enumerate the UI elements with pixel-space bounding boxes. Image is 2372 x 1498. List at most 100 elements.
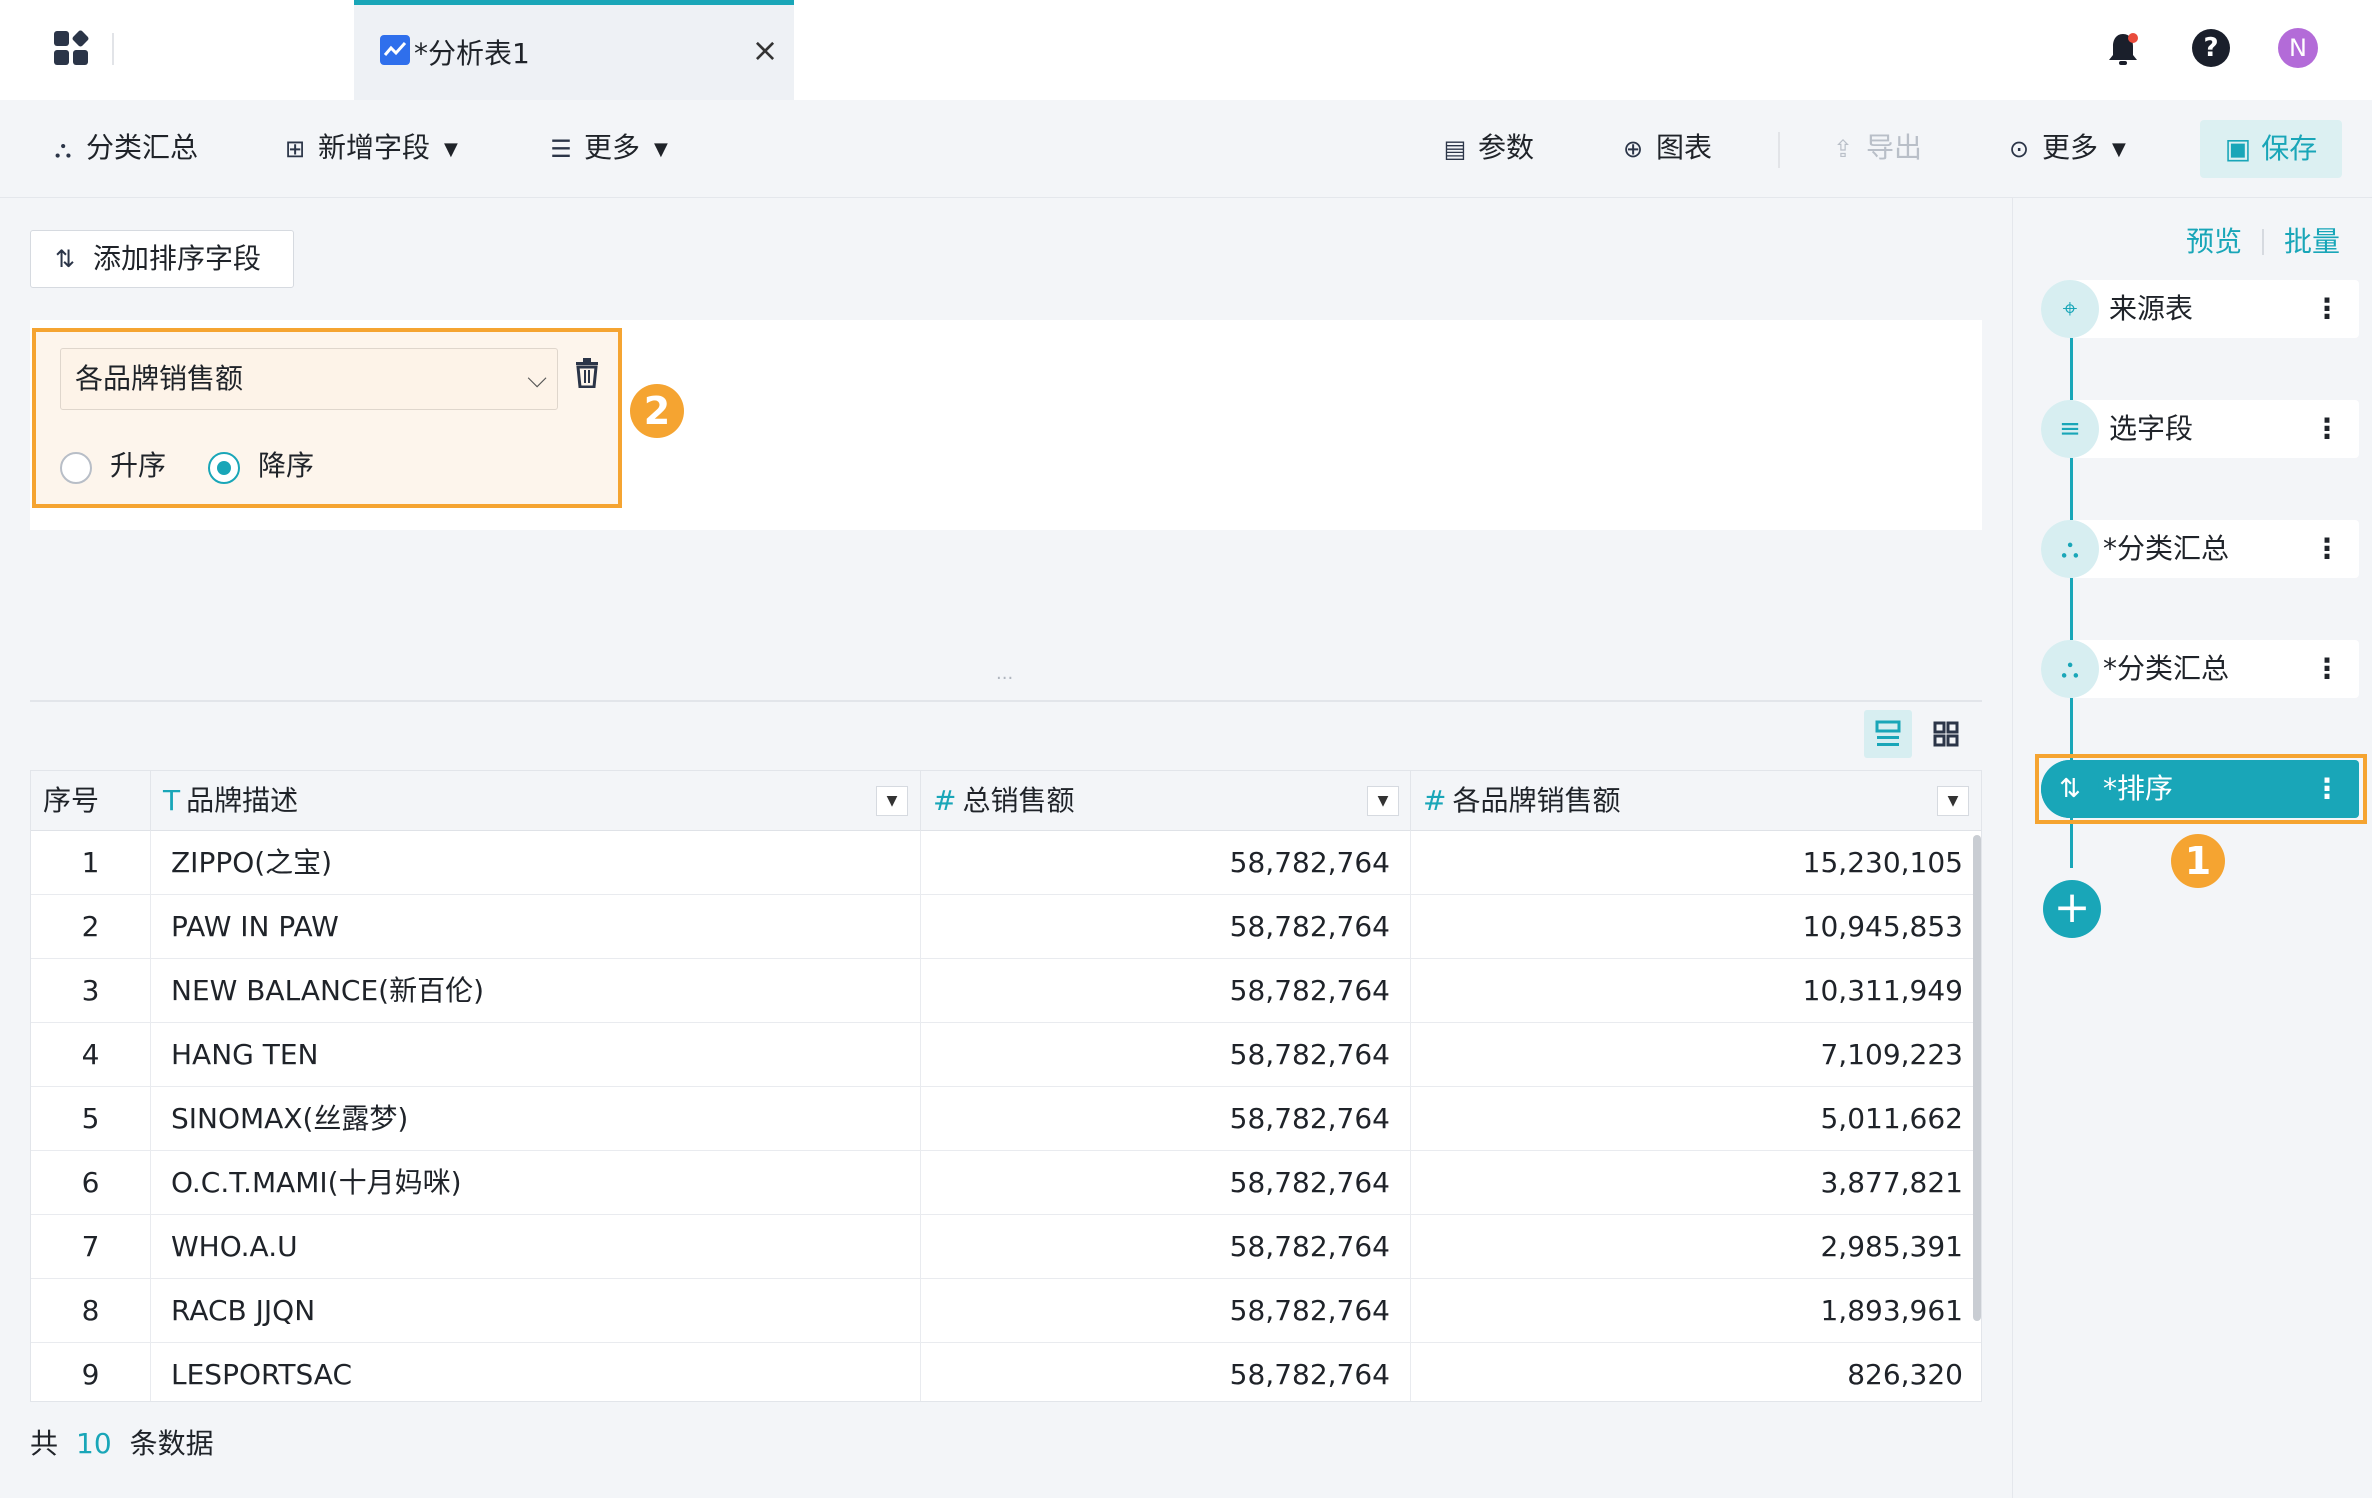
cell-index: 4: [31, 1023, 151, 1087]
app-grid-icon[interactable]: [54, 29, 90, 67]
cell-brand-sales: 826,320: [1847, 1358, 1963, 1391]
toolbar-divider: [1778, 132, 1780, 168]
more-vertical-icon[interactable]: ⋮: [2313, 400, 2341, 458]
chevron-down-icon: ⌵: [527, 364, 547, 394]
column-dropdown-icon[interactable]: ▼: [1937, 786, 1969, 816]
cell-brand: SINOMAX(丝露梦): [151, 1087, 921, 1151]
export-button[interactable]: ⇪ 导出: [1830, 128, 1922, 168]
pipeline-links: 预览 批量: [2186, 220, 2340, 260]
cell-index: 6: [31, 1151, 151, 1215]
sort-field-value: 各品牌销售额: [75, 362, 244, 395]
grid-view-button[interactable]: [1922, 710, 1970, 758]
step-category-summary-2[interactable]: ⛬ *分类汇总 ⋮: [2041, 640, 2359, 698]
table-row[interactable]: 7 WHO.A.U 58,782,764 2,985,391: [31, 1215, 1981, 1279]
cell-total-sales: 58,782,764: [921, 1343, 1411, 1401]
column-header-total-sales[interactable]: # 总销售额 ▼: [921, 771, 1411, 831]
add-sort-field-button[interactable]: ⇅ 添加排序字段: [30, 230, 294, 288]
toolbar: ⛬ 分类汇总 ⊞ 新增字段 ▼ ☰ 更多 ▼ ▤ 参数 ⊕ 图表 ⇪ 导出 ⊙ 更多 ▼ ▣ 保存: [0, 100, 2372, 198]
table-row[interactable]: 1 ZIPPO(之宝) 58,782,764 15,230,105: [31, 831, 1981, 895]
avatar[interactable]: N: [2278, 28, 2318, 68]
more-vertical-icon[interactable]: ⋮: [2313, 280, 2341, 338]
step-category-summary-1[interactable]: ⛬ *分类汇总 ⋮: [2041, 520, 2359, 578]
sort-field-select[interactable]: 各品牌销售额 ⌵: [60, 348, 558, 410]
column-label: 总销售额: [962, 784, 1075, 817]
row-count-prefix: 共: [30, 1427, 59, 1460]
ascending-radio[interactable]: [60, 452, 92, 484]
more-vertical-icon[interactable]: ⋮: [2313, 520, 2341, 578]
chart-button[interactable]: ⊕ 图表: [1620, 128, 1712, 168]
step-source-table[interactable]: ⌖ 来源表 ⋮: [2041, 280, 2359, 338]
column-header-brand[interactable]: T 品牌描述 ▼: [151, 771, 921, 831]
cell-index: 1: [31, 831, 151, 895]
step-label: *排序: [2103, 772, 2174, 805]
add-field-button[interactable]: ⊞ 新增字段 ▼: [282, 128, 458, 168]
trash-icon[interactable]: [570, 358, 604, 398]
export-icon: ⇪: [1832, 135, 1854, 163]
tab-analysis-sheet[interactable]: *分析表1 ×: [354, 0, 794, 100]
table-row[interactable]: 5 SINOMAX(丝露梦) 58,782,764 5,011,662: [31, 1087, 1981, 1151]
step-select-fields[interactable]: ≡ 选字段 ⋮: [2041, 400, 2359, 458]
add-step-button[interactable]: +: [2043, 880, 2101, 938]
column-label: 序号: [43, 784, 100, 817]
sort-rule-card: 各品牌销售额 ⌵ 升序 降序: [32, 328, 622, 508]
cell-brand: PAW IN PAW: [151, 895, 921, 959]
more-vertical-icon[interactable]: ⋮: [2313, 760, 2341, 818]
table-row[interactable]: 9 LESPORTSAC 58,782,764 826,320: [31, 1343, 1981, 1401]
more-vertical-icon[interactable]: ⋮: [2313, 640, 2341, 698]
table-row[interactable]: 3 NEW BALANCE(新百伦) 58,782,764 10,311,949: [31, 959, 1981, 1023]
column-label: 各品牌销售额: [1452, 784, 1621, 817]
step-sort[interactable]: ⇅ *排序 ⋮: [2041, 760, 2359, 818]
table-row[interactable]: 2 PAW IN PAW 58,782,764 10,945,853: [31, 895, 1981, 959]
cell-brand-sales: 15,230,105: [1802, 846, 1963, 879]
cell-index: 3: [31, 959, 151, 1023]
close-icon[interactable]: ×: [750, 34, 780, 66]
table-row[interactable]: 6 O.C.T.MAMI(十月妈咪) 58,782,764 3,877,821: [31, 1151, 1981, 1215]
cell-index: 8: [31, 1279, 151, 1343]
cell-brand-sales: 2,985,391: [1820, 1230, 1963, 1263]
descending-label: 降序: [258, 449, 315, 482]
cell-total-sales: 58,782,764: [921, 831, 1411, 895]
cell-brand-sales: 10,945,853: [1802, 910, 1963, 943]
cell-total-sales: 58,782,764: [921, 1087, 1411, 1151]
table-row[interactable]: 8 RACB JJQN 58,782,764 1,893,961: [31, 1279, 1981, 1343]
hierarchy-icon: ⛬: [2041, 640, 2099, 698]
bell-icon[interactable]: [2106, 30, 2140, 68]
column-dropdown-icon[interactable]: ▼: [1367, 786, 1399, 816]
splitter[interactable]: [30, 700, 1982, 702]
more-circle-icon: ⊙: [2008, 135, 2030, 163]
sort-icon: ⇅: [55, 245, 76, 273]
row-count-number: 10: [76, 1427, 112, 1460]
category-summary-button[interactable]: ⛬ 分类汇总: [50, 128, 198, 168]
chart-label: 图表: [1656, 131, 1713, 164]
table-row[interactable]: 4 HANG TEN 58,782,764 7,109,223: [31, 1023, 1981, 1087]
cell-index: 7: [31, 1215, 151, 1279]
column-header-index: 序号: [31, 771, 151, 831]
save-icon: ▣: [2224, 132, 2252, 165]
column-header-brand-sales[interactable]: # 各品牌销售额 ▼: [1411, 771, 1981, 831]
pipeline-panel: 预览 批量 ⌖ 来源表 ⋮ ≡ 选字段 ⋮ ⛬ *分类汇总 ⋮ ⛬ *分类汇总 ⋮…: [2012, 198, 2372, 1498]
more-menu-left[interactable]: ☰ 更多 ▼: [548, 128, 668, 168]
row-count-suffix: 条数据: [129, 1427, 214, 1460]
vertical-scrollbar[interactable]: [1973, 835, 1981, 1321]
export-label: 导出: [1866, 131, 1923, 164]
cell-index: 5: [31, 1087, 151, 1151]
column-dropdown-icon[interactable]: ▼: [876, 786, 908, 816]
list-view-button[interactable]: [1864, 710, 1912, 758]
cell-total-sales: 58,782,764: [921, 1215, 1411, 1279]
splitter-handle[interactable]: ···: [996, 668, 1013, 689]
list-icon: ☰: [550, 135, 572, 163]
step-label: 选字段: [2109, 412, 2194, 445]
cell-index: 9: [31, 1343, 151, 1401]
row-count: 共 10 条数据: [30, 1424, 214, 1464]
more-menu-right[interactable]: ⊙ 更多 ▼: [2006, 128, 2126, 168]
cell-index: 2: [31, 895, 151, 959]
descending-radio[interactable]: [208, 452, 240, 484]
save-button[interactable]: ▣ 保存: [2200, 120, 2342, 178]
preview-link[interactable]: 预览: [2186, 225, 2242, 258]
divider: [112, 33, 114, 65]
line-chart-icon: [380, 35, 410, 65]
params-button[interactable]: ▤ 参数: [1442, 128, 1534, 168]
cell-total-sales: 58,782,764: [921, 959, 1411, 1023]
batch-link[interactable]: 批量: [2284, 225, 2340, 258]
help-icon[interactable]: ?: [2192, 29, 2230, 67]
